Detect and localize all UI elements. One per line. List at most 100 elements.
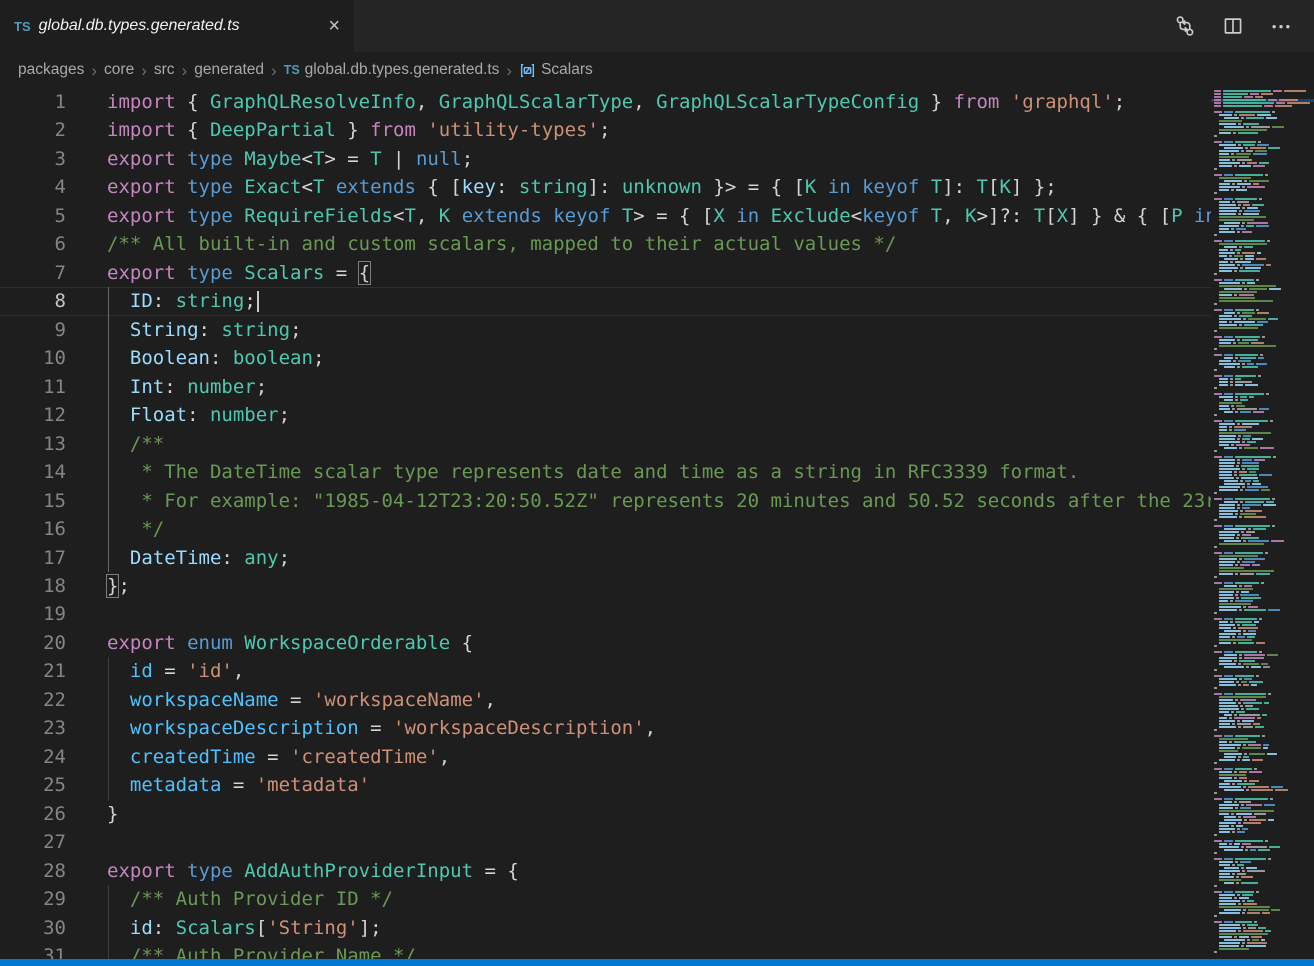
code-line-26[interactable]: 26} [0, 800, 1211, 828]
line-number[interactable]: 21 [0, 657, 66, 685]
code-line-23[interactable]: 23 workspaceDescription = 'workspaceDesc… [0, 714, 1211, 742]
code-line-4[interactable]: 4export type Exact<T extends { [key: str… [0, 173, 1211, 201]
minimap[interactable] [1211, 88, 1314, 961]
tab-bar: TS global.db.types.generated.ts × [0, 0, 1314, 52]
line-number[interactable]: 9 [0, 316, 66, 344]
line-number[interactable]: 10 [0, 344, 66, 372]
tab-global-db-types-generated[interactable]: TS global.db.types.generated.ts × [0, 0, 354, 52]
breadcrumb-item-src[interactable]: src [154, 61, 175, 79]
minimap-line [1211, 381, 1314, 383]
code-line-19[interactable]: 19 [0, 600, 1211, 628]
line-number[interactable]: 17 [0, 544, 66, 572]
code-line-1[interactable]: 1import { GraphQLResolveInfo, GraphQLSca… [0, 88, 1211, 116]
line-number[interactable]: 1 [0, 88, 66, 116]
minimap-line [1211, 474, 1314, 476]
line-number[interactable]: 8 [0, 287, 66, 315]
minimap-line [1211, 315, 1314, 317]
code-line-31[interactable]: 31 /** Auth Provider Name */ [0, 942, 1211, 959]
minimap-line [1211, 744, 1314, 746]
line-number[interactable]: 15 [0, 487, 66, 515]
breadcrumb-item-global-db-types-generated-ts[interactable]: TSglobal.db.types.generated.ts [284, 61, 500, 79]
code-line-30[interactable]: 30 id: Scalars['String']; [0, 914, 1211, 942]
line-number[interactable]: 29 [0, 885, 66, 913]
minimap-line [1211, 930, 1314, 932]
minimap-line [1211, 717, 1314, 719]
line-number[interactable]: 6 [0, 230, 66, 258]
minimap-line [1211, 780, 1314, 782]
line-number[interactable]: 20 [0, 629, 66, 657]
code-line-6[interactable]: 6/** All built-in and custom scalars, ma… [0, 230, 1211, 258]
code-line-13[interactable]: 13 /** [0, 430, 1211, 458]
code-line-21[interactable]: 21 id = 'id', [0, 657, 1211, 685]
line-number[interactable]: 24 [0, 743, 66, 771]
breadcrumb-item-packages[interactable]: packages [18, 61, 84, 79]
line-number[interactable]: 26 [0, 800, 66, 828]
line-number[interactable]: 2 [0, 116, 66, 144]
minimap-line [1211, 477, 1314, 479]
minimap-line [1211, 414, 1314, 416]
code-line-24[interactable]: 24 createdTime = 'createdTime', [0, 743, 1211, 771]
line-number[interactable]: 22 [0, 686, 66, 714]
code-line-14[interactable]: 14 * The DateTime scalar type represents… [0, 458, 1211, 486]
code-line-18[interactable]: 18}; [0, 572, 1211, 600]
breadcrumb-separator: › [141, 63, 147, 78]
more-actions-icon[interactable] [1270, 15, 1292, 37]
line-number[interactable]: 4 [0, 173, 66, 201]
breadcrumb-label: packages [18, 61, 84, 79]
line-number[interactable]: 27 [0, 828, 66, 856]
code-line-10[interactable]: 10 Boolean: boolean; [0, 344, 1211, 372]
code-line-25[interactable]: 25 metadata = 'metadata' [0, 771, 1211, 799]
line-number[interactable]: 14 [0, 458, 66, 486]
open-changes-icon[interactable] [1174, 15, 1196, 37]
breadcrumb-separator: › [271, 63, 277, 78]
line-number[interactable]: 13 [0, 430, 66, 458]
minimap-line [1211, 921, 1314, 923]
minimap-line [1211, 735, 1314, 737]
minimap-line [1211, 858, 1314, 860]
code-text: Float: number; [107, 401, 290, 429]
line-number[interactable]: 18 [0, 572, 66, 600]
line-number[interactable]: 30 [0, 914, 66, 942]
code-line-15[interactable]: 15 * For example: "1985-04-12T23:20:50.5… [0, 487, 1211, 515]
code-line-9[interactable]: 9 String: string; [0, 316, 1211, 344]
line-number[interactable]: 31 [0, 942, 66, 959]
code-line-5[interactable]: 5export type RequireFields<T, K extends … [0, 202, 1211, 230]
minimap-line [1211, 924, 1314, 926]
minimap-line [1211, 708, 1314, 710]
minimap-line [1211, 279, 1314, 281]
line-number[interactable]: 5 [0, 202, 66, 230]
code-line-22[interactable]: 22 workspaceName = 'workspaceName', [0, 686, 1211, 714]
line-number[interactable]: 7 [0, 259, 66, 287]
line-number[interactable]: 16 [0, 515, 66, 543]
close-tab-icon[interactable]: × [324, 16, 344, 36]
code-line-17[interactable]: 17 DateTime: any; [0, 544, 1211, 572]
code-line-2[interactable]: 2import { DeepPartial } from 'utility-ty… [0, 116, 1211, 144]
minimap-line [1211, 666, 1314, 668]
breadcrumb-item-core[interactable]: core [104, 61, 134, 79]
minimap-line [1211, 102, 1314, 104]
code-line-8[interactable]: 8 ID: string; [0, 287, 1211, 315]
line-number[interactable]: 19 [0, 600, 66, 628]
minimap-line [1211, 435, 1314, 437]
code-line-20[interactable]: 20export enum WorkspaceOrderable { [0, 629, 1211, 657]
code-line-16[interactable]: 16 */ [0, 515, 1211, 543]
code-line-3[interactable]: 3export type Maybe<T> = T | null; [0, 145, 1211, 173]
line-number[interactable]: 3 [0, 145, 66, 173]
code-line-27[interactable]: 27 [0, 828, 1211, 856]
code-line-28[interactable]: 28export type AddAuthProviderInput = { [0, 857, 1211, 885]
split-editor-icon[interactable] [1222, 15, 1244, 37]
line-number[interactable]: 11 [0, 373, 66, 401]
code-line-11[interactable]: 11 Int: number; [0, 373, 1211, 401]
minimap-line [1211, 378, 1314, 380]
line-number[interactable]: 12 [0, 401, 66, 429]
code-text: /** Auth Provider Name */ [107, 942, 416, 959]
line-number[interactable]: 25 [0, 771, 66, 799]
minimap-line [1211, 756, 1314, 758]
code-line-12[interactable]: 12 Float: number; [0, 401, 1211, 429]
line-number[interactable]: 28 [0, 857, 66, 885]
breadcrumb-item-generated[interactable]: generated [194, 61, 264, 79]
line-number[interactable]: 23 [0, 714, 66, 742]
code-line-7[interactable]: 7export type Scalars = { [0, 259, 1211, 287]
code-line-29[interactable]: 29 /** Auth Provider ID */ [0, 885, 1211, 913]
breadcrumb-item-scalars[interactable]: Scalars [519, 61, 593, 79]
